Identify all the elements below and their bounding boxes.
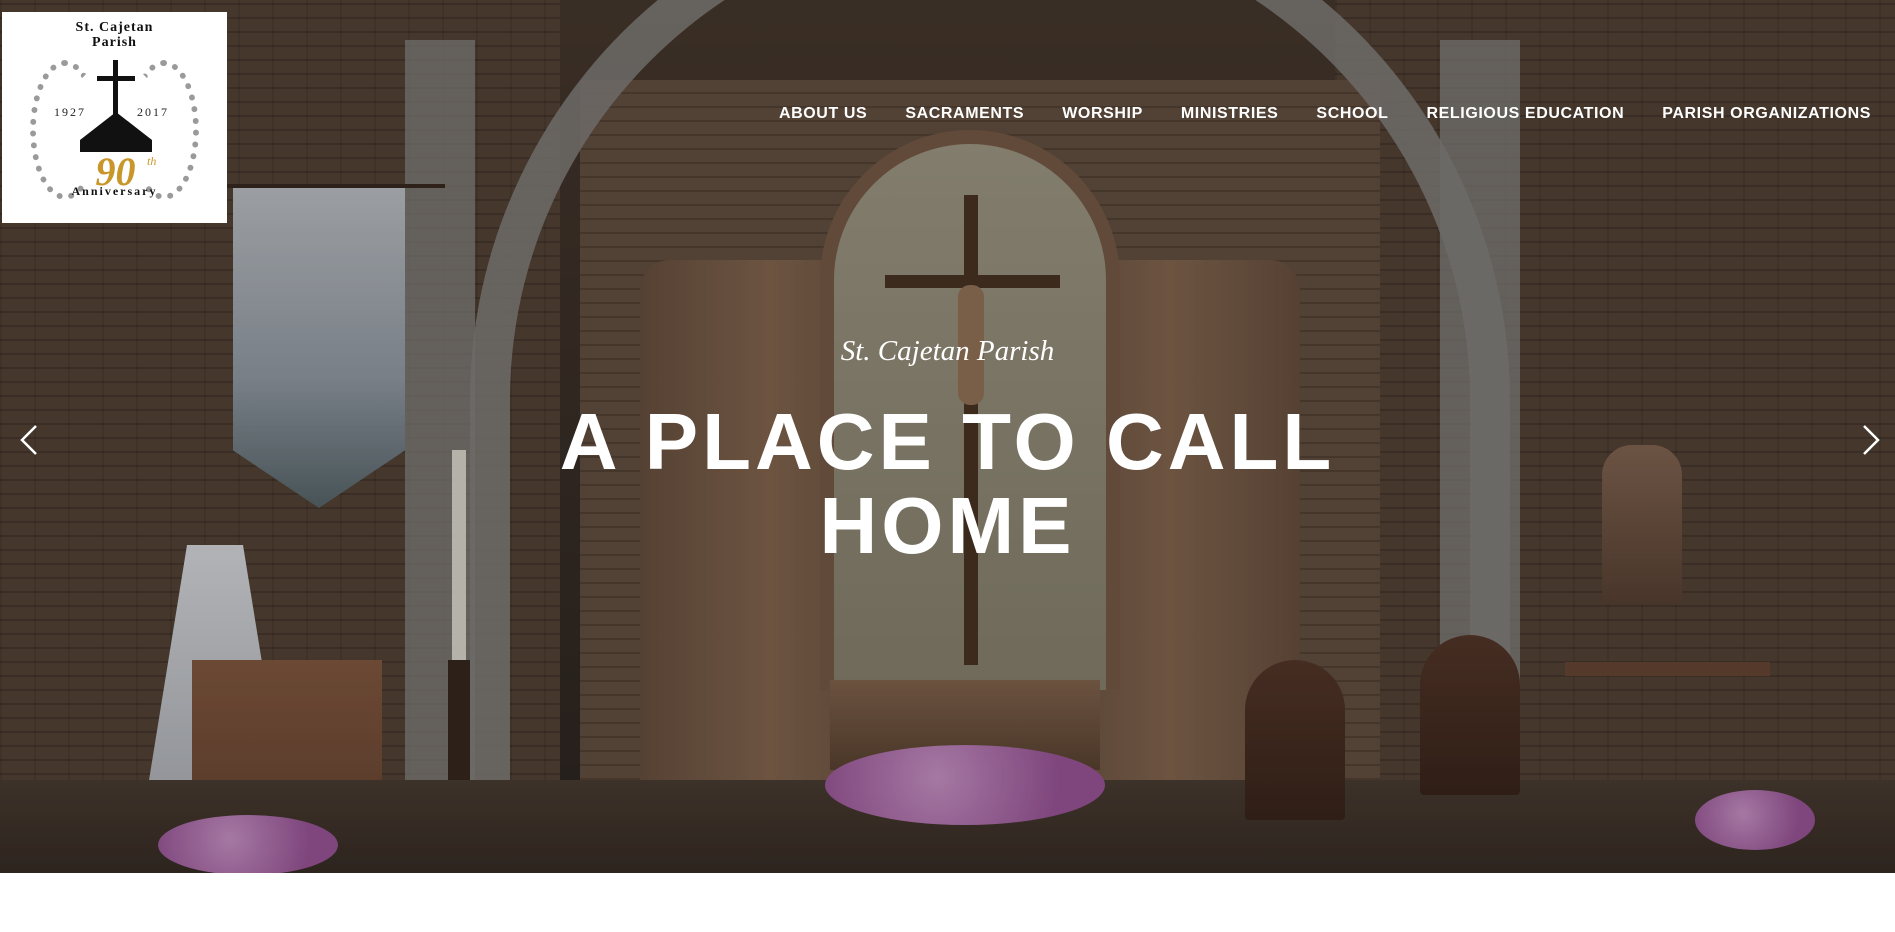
logo-anniversary-suffix: th: [147, 154, 157, 168]
cross-icon-bar: [97, 76, 135, 81]
chevron-left-icon: [20, 425, 37, 455]
nav-religious-education[interactable]: RELIGIOUS EDUCATION: [1407, 105, 1643, 123]
main-navigation: ABOUT US SACRAMENTS WORSHIP MINISTRIES S…: [760, 105, 1871, 123]
logo-year-end: 2017: [137, 105, 169, 119]
nav-parish-organizations[interactable]: PARISH ORGANIZATIONS: [1643, 105, 1871, 123]
nav-school[interactable]: SCHOOL: [1297, 105, 1407, 123]
nav-ministries[interactable]: MINISTRIES: [1162, 105, 1298, 123]
slideshow-prev-button[interactable]: [10, 420, 50, 460]
nav-sacraments[interactable]: SACRAMENTS: [886, 105, 1043, 123]
chevron-right-icon: [1863, 425, 1880, 455]
hero-tagline: St. Cajetan Parish: [840, 335, 1055, 367]
slideshow-next-button[interactable]: [1850, 420, 1890, 460]
parish-logo[interactable]: St. Cajetan Parish 1927 2017 90 th Anniv…: [2, 12, 227, 223]
logo-parish-name: St. Cajetan Parish: [75, 20, 154, 50]
hero-headline: A PLACE TO CALL HOME: [559, 397, 1336, 570]
nav-worship[interactable]: WORSHIP: [1043, 105, 1162, 123]
nav-about-us[interactable]: ABOUT US: [760, 105, 886, 123]
logo-year-start: 1927: [54, 105, 86, 119]
logo-anniversary-label: Anniversary: [71, 184, 158, 198]
